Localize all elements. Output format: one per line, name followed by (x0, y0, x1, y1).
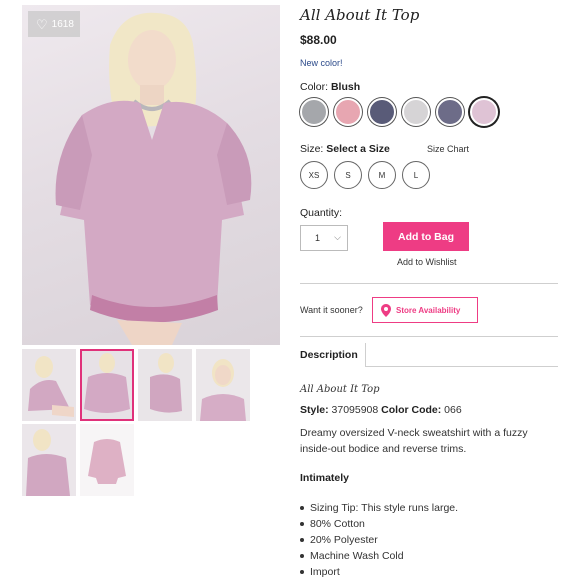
add-to-bag-button[interactable]: Add to Bag (383, 222, 469, 251)
size-value: Select a Size (326, 143, 390, 155)
tab-description[interactable]: Description (300, 343, 366, 367)
product-title: All About It Top (300, 6, 420, 24)
swatch-light-grey[interactable] (402, 98, 430, 126)
thumbnail-image (80, 424, 134, 496)
thumbnail-2-selected[interactable] (80, 349, 134, 421)
size-s-button[interactable]: S (334, 161, 362, 189)
color-value: Blush (330, 81, 361, 93)
details-list: Sizing Tip: This style runs large. 80% C… (300, 500, 458, 580)
thumbnail-4[interactable] (196, 349, 250, 421)
store-availability-label: Store Availability (396, 305, 461, 315)
swatch-pink[interactable] (334, 98, 362, 126)
style-label: Style: (300, 404, 329, 416)
thumbnail-image (138, 349, 192, 421)
section-heading: Intimately (300, 472, 350, 484)
thumbnail-3[interactable] (138, 349, 192, 421)
divider (300, 336, 558, 337)
thumbnail-image (80, 349, 134, 421)
size-chart-link[interactable]: Size Chart (427, 144, 469, 154)
color-code-value: 066 (444, 404, 462, 416)
quantity-select[interactable]: 1 ⌵ (300, 225, 348, 251)
swatch-navy[interactable] (368, 98, 396, 126)
new-color-badge: New color! (300, 58, 343, 68)
color-label: Color: Blush (300, 81, 360, 93)
thumbnail-image (22, 424, 76, 496)
swatch-blush[interactable] (470, 98, 498, 126)
size-label: Size: Select a Size (300, 143, 390, 155)
chevron-down-icon: ⌵ (334, 232, 341, 242)
list-item: Import (300, 564, 458, 580)
list-item: 20% Polyester (300, 532, 458, 548)
location-pin-icon (381, 303, 391, 317)
heart-icon: ♡ (36, 16, 48, 32)
add-to-wishlist-link[interactable]: Add to Wishlist (397, 257, 457, 267)
description-title: All About It Top (300, 384, 380, 395)
model-illustration (55, 12, 252, 345)
swatch-grey[interactable] (300, 98, 328, 126)
list-item: Machine Wash Cold (300, 548, 458, 564)
store-availability-button[interactable]: Store Availability (372, 297, 478, 323)
size-xs-button[interactable]: XS (300, 161, 328, 189)
thumbnail-1[interactable] (22, 349, 76, 421)
divider (300, 283, 558, 284)
size-l-button[interactable]: L (402, 161, 430, 189)
main-product-image[interactable]: ♡ 1618 (22, 5, 280, 345)
size-label-text: Size: (300, 143, 324, 155)
like-count: 1618 (51, 18, 74, 30)
description-text: Dreamy oversized V-neck sweatshirt with … (300, 427, 528, 455)
size-m-button[interactable]: M (368, 161, 396, 189)
thumbnail-image (196, 349, 250, 421)
like-button[interactable]: ♡ 1618 (28, 11, 80, 37)
quantity-label: Quantity: (300, 207, 343, 219)
list-item: Sizing Tip: This style runs large. (300, 500, 458, 516)
style-info: Style: 37095908 Color Code: 066 (300, 404, 462, 416)
want-sooner-label: Want it sooner? (300, 305, 363, 315)
color-label-text: Color: (300, 81, 329, 93)
quantity-value: 1 (315, 233, 321, 243)
style-number: 37095908 (331, 404, 379, 416)
product-price: $88.00 (300, 33, 337, 47)
thumbnail-image (22, 349, 76, 421)
thumbnail-6[interactable] (80, 424, 134, 496)
color-code-label: Color Code: (381, 404, 442, 416)
list-item: 80% Cotton (300, 516, 458, 532)
thumbnail-5[interactable] (22, 424, 76, 496)
tab-underline (366, 366, 558, 367)
swatch-slate[interactable] (436, 98, 464, 126)
